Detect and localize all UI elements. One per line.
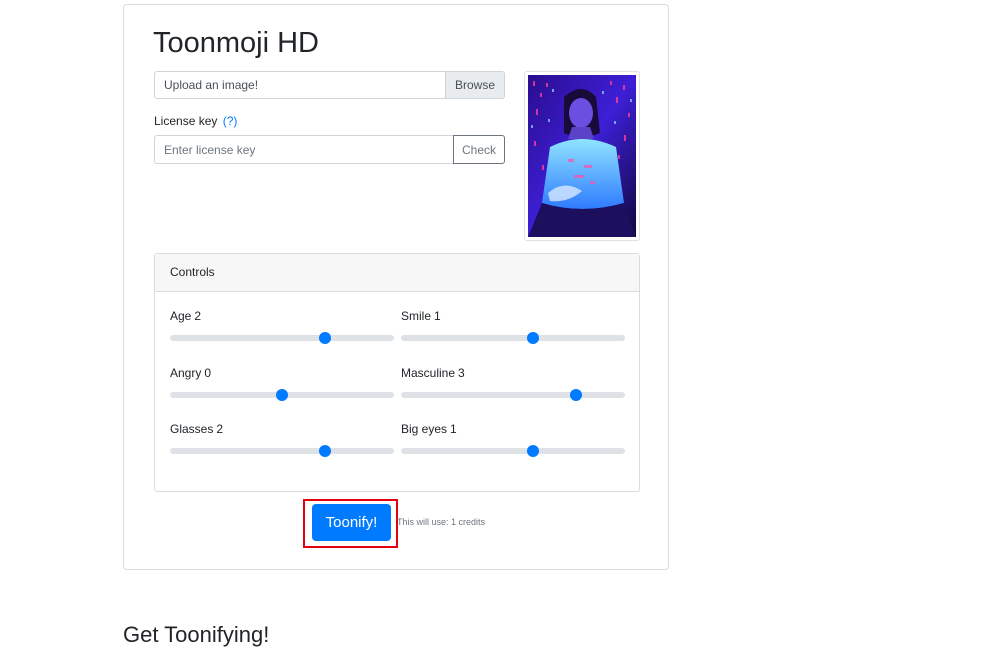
glasses-slider-group: Glasses 2 (170, 421, 394, 461)
big-eyes-value: 1 (450, 422, 457, 436)
smile-slider-label: Smile 1 (401, 308, 625, 324)
angry-slider-label: Angry 0 (170, 365, 394, 381)
big-eyes-slider-label: Big eyes 1 (401, 421, 625, 437)
masculine-slider-group: Masculine 3 (401, 365, 625, 405)
age-slider-group: Age 2 (170, 308, 394, 348)
big-eyes-slider-handle[interactable] (527, 445, 539, 457)
license-help-link[interactable]: (?) (223, 114, 238, 128)
angry-slider-handle[interactable] (276, 389, 288, 401)
controls-header: Controls (155, 254, 639, 292)
angry-label: Angry (170, 366, 202, 380)
smile-label: Smile (401, 309, 432, 323)
check-license-button[interactable]: Check (453, 135, 505, 164)
smile-slider-handle[interactable] (527, 332, 539, 344)
smile-slider-track[interactable] (401, 335, 625, 341)
image-upload-field[interactable]: Upload an image! Browse (154, 71, 505, 99)
glasses-slider-track[interactable] (170, 448, 394, 454)
glasses-label: Glasses (170, 422, 214, 436)
age-value: 2 (194, 309, 202, 323)
smile-value: 1 (434, 309, 441, 323)
glasses-slider-handle[interactable] (319, 445, 331, 457)
smile-slider-group: Smile 1 (401, 308, 625, 348)
big-eyes-slider-group: Big eyes 1 (401, 421, 625, 461)
angry-value: 0 (204, 366, 212, 380)
big-eyes-label: Big eyes (401, 422, 448, 436)
masculine-slider-label: Masculine 3 (401, 365, 625, 381)
section-heading: Get Toonifying! (123, 622, 270, 647)
toonify-button[interactable]: Toonify! (312, 504, 391, 541)
credits-note: This will use: 1 credits (397, 517, 486, 527)
age-label: Age (170, 309, 192, 323)
age-slider-track[interactable] (170, 335, 394, 341)
angry-slider-group: Angry 0 (170, 365, 394, 405)
age-slider-label: Age 2 (170, 308, 394, 324)
browse-button[interactable]: Browse (445, 72, 504, 98)
glasses-value: 2 (216, 422, 224, 436)
page-title: Toonmoji HD (153, 27, 319, 59)
age-slider-handle[interactable] (319, 332, 331, 344)
controls-panel: Controls Age 2 Smile 1 Angry 0 Masculine 3 G… (154, 253, 640, 492)
uploaded-photo-thumbnail (528, 75, 636, 237)
license-key-label: License key (?) (154, 113, 237, 129)
masculine-value: 3 (458, 366, 465, 380)
glasses-slider-label: Glasses 2 (170, 421, 394, 437)
image-preview (524, 71, 640, 241)
upload-label: Upload an image! (164, 78, 259, 92)
license-key-input[interactable] (154, 135, 454, 164)
big-eyes-slider-track[interactable] (401, 448, 625, 454)
masculine-slider-handle[interactable] (570, 389, 582, 401)
masculine-label: Masculine (401, 366, 456, 380)
masculine-slider-track[interactable] (401, 392, 625, 398)
license-key-label-text: License key (154, 114, 218, 128)
